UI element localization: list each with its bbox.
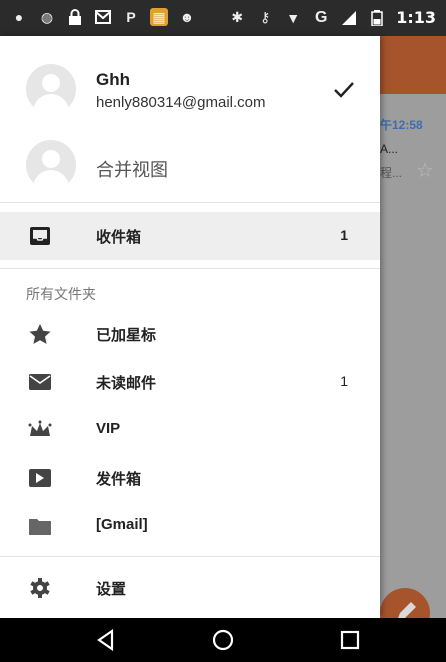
system-icons: ✱ ⚷ ▼ G 1:13: [228, 8, 436, 27]
signal-icon: [340, 9, 358, 27]
divider: [0, 268, 380, 269]
background-mail-time: 午12:58: [380, 118, 423, 132]
folder-item-unread[interactable]: 未读邮件 1: [0, 358, 380, 406]
gear-icon: [30, 578, 50, 598]
folder-item-vip[interactable]: VIP: [0, 406, 380, 454]
account-name: Ghh: [96, 70, 130, 89]
lock-icon: [66, 8, 84, 26]
app-notification-icon: ●: [14, 9, 24, 25]
battery-icon: [368, 9, 386, 27]
inbox-count: 1: [340, 227, 348, 243]
folders-section-title: 所有文件夹: [26, 286, 96, 302]
cat-notification-icon: ◍: [40, 8, 54, 25]
game-notification-icon: ▦: [150, 8, 168, 26]
key-icon: ⚷: [260, 9, 271, 25]
background-mail-sender: A...: [380, 142, 399, 156]
avatar: [26, 140, 76, 190]
check-icon: [334, 82, 354, 98]
folder-item-outbox[interactable]: 发件箱: [0, 454, 380, 502]
network-type: G: [314, 8, 328, 26]
recents-button[interactable]: [336, 626, 364, 654]
avatar: [26, 64, 76, 114]
home-button[interactable]: [209, 626, 237, 654]
star-icon: [29, 324, 51, 344]
folder-label: [Gmail]: [96, 516, 148, 533]
wifi-icon: ▼: [286, 9, 301, 26]
divider: [0, 556, 380, 557]
inbox-icon: [30, 227, 50, 245]
background-toolbar: [380, 36, 446, 94]
clock: 1:13: [396, 8, 436, 27]
inbox-item[interactable]: 收件箱 1: [0, 212, 380, 260]
mail-notification-icon: [94, 8, 112, 26]
status-bar: ● ◍ P ▦ ☻ ✱ ⚷ ▼ G 1:13: [0, 0, 446, 36]
folder-count: 1: [340, 373, 348, 389]
folder-item-gmail[interactable]: [Gmail]: [0, 502, 380, 550]
bluetooth-icon: ✱: [231, 9, 244, 25]
navigation-drawer: Ghh henly880314@gmail.com 合并视图 收件箱 1 所有文…: [0, 36, 380, 618]
star-outline-icon: ☆: [416, 160, 434, 182]
navigation-bar: [0, 618, 446, 662]
crown-icon: [28, 420, 52, 436]
folder-label: 未读邮件: [96, 375, 157, 392]
merged-view-label: 合并视图: [96, 160, 168, 180]
account-email: henly880314@gmail.com: [96, 94, 266, 111]
background-mail-subject: 程...: [380, 166, 403, 180]
envelope-icon: [29, 374, 51, 390]
folder-label: VIP: [96, 420, 121, 437]
parking-icon: P: [126, 9, 136, 25]
folder-icon: [29, 519, 51, 535]
folder-label: 发件箱: [96, 471, 142, 488]
background-mail-item: 午12:58 A... 程... ☆: [380, 108, 446, 198]
inbox-label: 收件箱: [96, 229, 142, 246]
settings-item[interactable]: 设置: [0, 564, 380, 612]
settings-label: 设置: [96, 581, 127, 598]
divider: [0, 202, 380, 203]
android-icon: ☻: [179, 9, 195, 25]
folder-item-starred[interactable]: 已加星标: [0, 310, 380, 358]
back-button[interactable]: [92, 626, 120, 654]
merged-view-row[interactable]: 合并视图: [0, 130, 380, 200]
folder-label: 已加星标: [96, 327, 157, 344]
notification-icons: ● ◍ P ▦ ☻: [10, 8, 196, 26]
account-row[interactable]: Ghh henly880314@gmail.com: [0, 54, 380, 124]
outbox-icon: [29, 469, 51, 487]
